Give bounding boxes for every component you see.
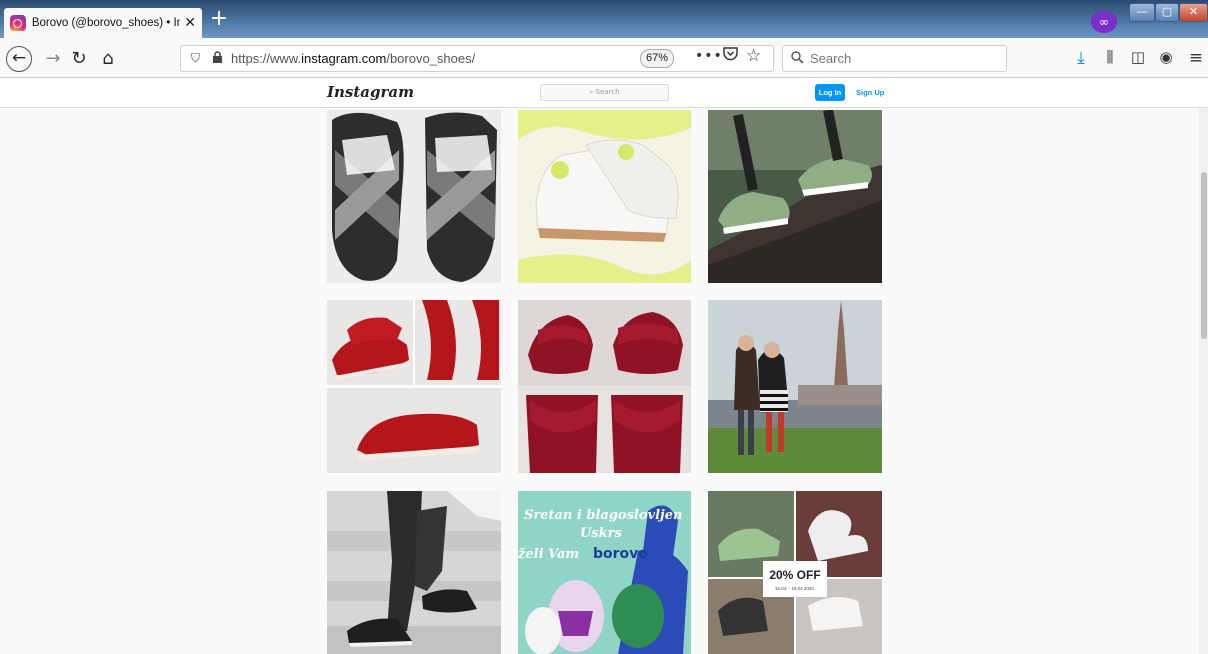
instagram-search-placeholder: Search <box>595 88 620 96</box>
account-icon[interactable]: ◉ <box>1155 48 1177 66</box>
sidebar-icon[interactable]: ◫ <box>1127 48 1149 66</box>
post-tile-burgundy-flats[interactable] <box>518 300 691 473</box>
maximize-window-button[interactable]: ▢ <box>1155 3 1179 22</box>
pocket-icon[interactable] <box>723 47 738 65</box>
shoe-photo <box>518 110 691 283</box>
easter-line1: Sretan i blagoslovljen <box>524 508 682 523</box>
new-tab-button[interactable]: + <box>208 8 230 31</box>
borovo-brand-logo: borovo <box>593 546 648 562</box>
browser-search-bar[interactable] <box>782 45 1007 72</box>
forward-button[interactable]: → <box>40 46 66 72</box>
post-tile-red-ballerinas[interactable] <box>327 300 501 473</box>
post-tile-camo-sneakers[interactable] <box>708 110 882 283</box>
lifestyle-photo <box>708 300 882 473</box>
lock-icon[interactable] <box>212 51 223 66</box>
instagram-favicon-icon <box>10 15 26 31</box>
browser-search-input[interactable] <box>810 51 990 66</box>
post-tile-white-sneakers[interactable] <box>518 110 691 283</box>
sale-collage-photo: 20% OFF 15.04. - 19.04.2020. <box>708 491 882 654</box>
back-button[interactable]: ← <box>6 46 32 72</box>
post-tile-easter[interactable]: Sretan i blagoslovljen Uskrs želi Vam bo… <box>518 491 691 654</box>
signup-link[interactable]: Sign Up <box>856 84 884 101</box>
close-window-button[interactable]: ✕ <box>1179 3 1208 22</box>
sale-badge: 20% OFF <box>769 568 820 582</box>
post-tile-loafers[interactable] <box>327 110 501 283</box>
private-browsing-icon: ∞ <box>1091 11 1117 33</box>
easter-photo: Sretan i blagoslovljen Uskrs želi Vam bo… <box>518 491 691 654</box>
shoe-photo <box>327 110 501 283</box>
browser-tab[interactable]: Borovo (@borovo_shoes) • Inst ✕ <box>4 8 202 38</box>
download-icon[interactable]: ⤓ <box>1070 48 1092 68</box>
zoom-level-badge[interactable]: 67% <box>640 49 674 68</box>
shoe-photo <box>708 110 882 283</box>
bookmark-star-icon[interactable]: ☆ <box>746 46 761 66</box>
reload-button[interactable]: ↻ <box>66 46 92 72</box>
hamburger-menu-icon[interactable]: ≡ <box>1185 48 1207 68</box>
shoe-photo <box>327 491 501 654</box>
address-bar[interactable]: ⛉ https://www.instagram.com/borovo_shoes… <box>180 45 774 72</box>
shoe-photo <box>327 300 501 473</box>
post-tile-sale[interactable]: 20% OFF 15.04. - 19.04.2020. <box>708 491 882 654</box>
easter-line3: želi Vam <box>518 547 579 562</box>
tab-title: Borovo (@borovo_shoes) • Inst <box>31 17 181 29</box>
post-tile-women-field[interactable] <box>708 300 882 473</box>
tracking-shield-icon[interactable]: ⛉ <box>191 51 200 66</box>
instagram-search-input[interactable]: ⌕ Search <box>540 84 669 101</box>
library-icon[interactable]: ⫼ <box>1099 48 1121 66</box>
login-button[interactable]: Log In <box>815 84 845 101</box>
url-text: https://www.instagram.com/borovo_shoes/ <box>231 51 476 66</box>
page-actions-icon[interactable]: ••• <box>695 48 723 64</box>
post-tile-black-sneakers[interactable] <box>327 491 501 654</box>
search-icon <box>791 50 804 67</box>
tab-close-icon[interactable]: ✕ <box>184 15 196 31</box>
page-scrollbar-thumb[interactable] <box>1201 172 1207 339</box>
instagram-logo[interactable]: Instagram <box>327 83 414 101</box>
home-button[interactable]: ⌂ <box>95 46 121 72</box>
easter-line2: Uskrs <box>580 526 623 541</box>
sale-dates: 15.04. - 19.04.2020. <box>775 586 815 591</box>
shoe-photo <box>518 300 691 473</box>
minimize-window-button[interactable]: — <box>1129 3 1155 22</box>
